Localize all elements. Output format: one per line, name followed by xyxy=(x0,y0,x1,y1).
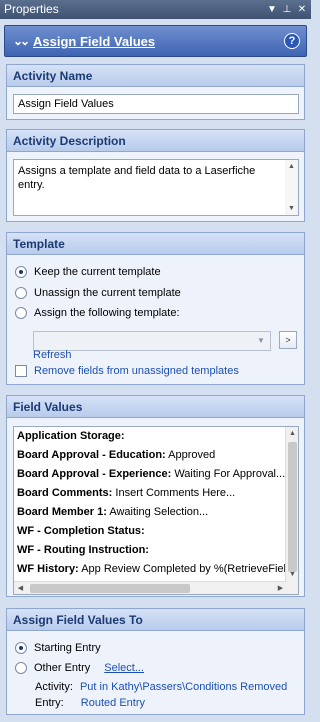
activity-row: Activity: Put in Kathy\Passers\Condition… xyxy=(35,681,287,693)
window-title: Properties xyxy=(4,2,59,16)
field-values-hscrollbar[interactable]: ◀ ▶ xyxy=(14,581,287,594)
field-row[interactable]: Board Approval - Education: Approved xyxy=(14,446,298,465)
field-row[interactable]: WF History: App Review Completed by %(Re… xyxy=(14,560,298,579)
unassign-template-radio[interactable] xyxy=(15,287,27,299)
field-row[interactable]: Board Member 1: Awaiting Selection... xyxy=(14,503,298,522)
field-value: Insert Comments Here... xyxy=(115,487,236,499)
activity-title-link[interactable]: Assign Field Values xyxy=(33,34,155,49)
other-entry-label: Other Entry xyxy=(34,662,91,674)
chevron-down-icon[interactable]: ▼ xyxy=(254,334,268,348)
scroll-down-icon[interactable]: ▼ xyxy=(285,202,298,215)
scroll-thumb[interactable] xyxy=(30,584,190,593)
remove-fields-label: Remove fields from unassigned templates xyxy=(34,365,239,377)
template-header: Template xyxy=(7,233,304,255)
activity-name-header: Activity Name xyxy=(7,65,304,87)
assign-to-header: Assign Field Values To xyxy=(7,609,304,631)
field-name: Board Approval - Experience: xyxy=(17,468,172,480)
field-value: Waiting For Approval... xyxy=(174,468,286,480)
keep-template-option[interactable]: Keep the current template xyxy=(15,266,161,278)
field-row[interactable]: WF - Completion Status: xyxy=(14,522,298,541)
field-name: Board Comments: xyxy=(17,487,113,499)
scroll-down-icon[interactable]: ▼ xyxy=(286,568,298,581)
field-values-group: Field Values Application Storage: Board … xyxy=(6,395,305,597)
template-browse-button[interactable]: > xyxy=(279,331,297,349)
remove-fields-option[interactable]: Remove fields from unassigned templates xyxy=(15,365,239,377)
field-name: Board Member 1: xyxy=(17,506,107,518)
activity-description-group: Activity Description Assigns a template … xyxy=(6,129,305,222)
unassign-template-label: Unassign the current template xyxy=(34,287,181,299)
field-row[interactable]: Board Comments: Insert Comments Here... xyxy=(14,484,298,503)
scroll-left-icon[interactable]: ◀ xyxy=(14,582,27,594)
template-group: Template Keep the current template Unass… xyxy=(6,232,305,385)
activity-name-input[interactable] xyxy=(13,94,299,114)
activity-description-textarea[interactable]: Assigns a template and field data to a L… xyxy=(13,159,299,216)
field-row[interactable]: Board Approval - Experience: Waiting For… xyxy=(14,465,298,484)
assign-template-label: Assign the following template: xyxy=(34,307,180,319)
starting-entry-label: Starting Entry xyxy=(34,642,101,654)
activity-value-link[interactable]: Put in Kathy\Passers\Conditions Removed xyxy=(80,681,287,693)
starting-entry-option[interactable]: Starting Entry xyxy=(15,642,101,654)
scroll-up-icon[interactable]: ▲ xyxy=(286,427,298,440)
other-entry-radio[interactable] xyxy=(15,662,27,674)
field-row[interactable]: Application Storage: xyxy=(14,427,298,446)
close-icon[interactable]: ✕ xyxy=(297,0,307,19)
entry-value-link[interactable]: Routed Entry xyxy=(81,697,145,709)
other-entry-option[interactable]: Other Entry Select... xyxy=(15,662,144,674)
template-select[interactable]: ▼ xyxy=(33,331,271,351)
scroll-thumb[interactable] xyxy=(288,442,297,572)
entry-row: Entry: Routed Entry xyxy=(35,697,145,709)
activity-header: ⌄⌄ Assign Field Values ? xyxy=(4,25,307,57)
field-value: Awaiting Selection... xyxy=(109,506,209,518)
field-name: Application Storage: xyxy=(17,430,125,442)
select-entry-link[interactable]: Select... xyxy=(104,662,144,674)
dropdown-icon[interactable]: ▼ xyxy=(267,0,277,19)
field-name: WF - Routing Instruction: xyxy=(17,544,149,556)
field-row[interactable]: WF - Routing Instruction: xyxy=(14,541,298,560)
field-name: WF - Completion Status: xyxy=(17,525,145,537)
unassign-template-option[interactable]: Unassign the current template xyxy=(15,287,181,299)
scroll-right-icon[interactable]: ▶ xyxy=(274,582,287,594)
description-scrollbar[interactable]: ▲ ▼ xyxy=(285,160,298,215)
properties-titlebar: Properties ▼ ⊥ ✕ xyxy=(0,0,311,19)
field-name: WF History: xyxy=(17,563,79,575)
help-icon[interactable]: ? xyxy=(284,33,300,49)
assign-template-radio[interactable] xyxy=(15,307,27,319)
activity-description-text: Assigns a template and field data to a L… xyxy=(18,165,256,191)
field-value: App Review Completed by %(RetrieveFieldV… xyxy=(81,563,299,575)
entry-label: Entry: xyxy=(35,697,64,709)
refresh-link[interactable]: Refresh xyxy=(33,349,72,361)
scroll-up-icon[interactable]: ▲ xyxy=(285,160,298,173)
keep-template-label: Keep the current template xyxy=(34,266,161,278)
pin-icon[interactable]: ⊥ xyxy=(282,0,292,19)
field-name: Board Approval - Education: xyxy=(17,449,166,461)
field-values-header: Field Values xyxy=(7,396,304,418)
assign-to-group: Assign Field Values To Starting Entry Ot… xyxy=(6,608,305,715)
activity-name-group: Activity Name xyxy=(6,64,305,120)
double-chevron-down-icon[interactable]: ⌄⌄ xyxy=(13,33,30,49)
activity-label: Activity: xyxy=(35,681,73,693)
field-value: Approved xyxy=(168,449,216,461)
keep-template-radio[interactable] xyxy=(15,266,27,278)
starting-entry-radio[interactable] xyxy=(15,642,27,654)
field-values-list[interactable]: Application Storage: Board Approval - Ed… xyxy=(13,426,299,595)
activity-description-header: Activity Description xyxy=(7,130,304,152)
remove-fields-checkbox[interactable] xyxy=(15,365,27,377)
assign-template-option[interactable]: Assign the following template: xyxy=(15,307,180,319)
field-values-vscrollbar[interactable]: ▲ ▼ xyxy=(285,427,298,594)
